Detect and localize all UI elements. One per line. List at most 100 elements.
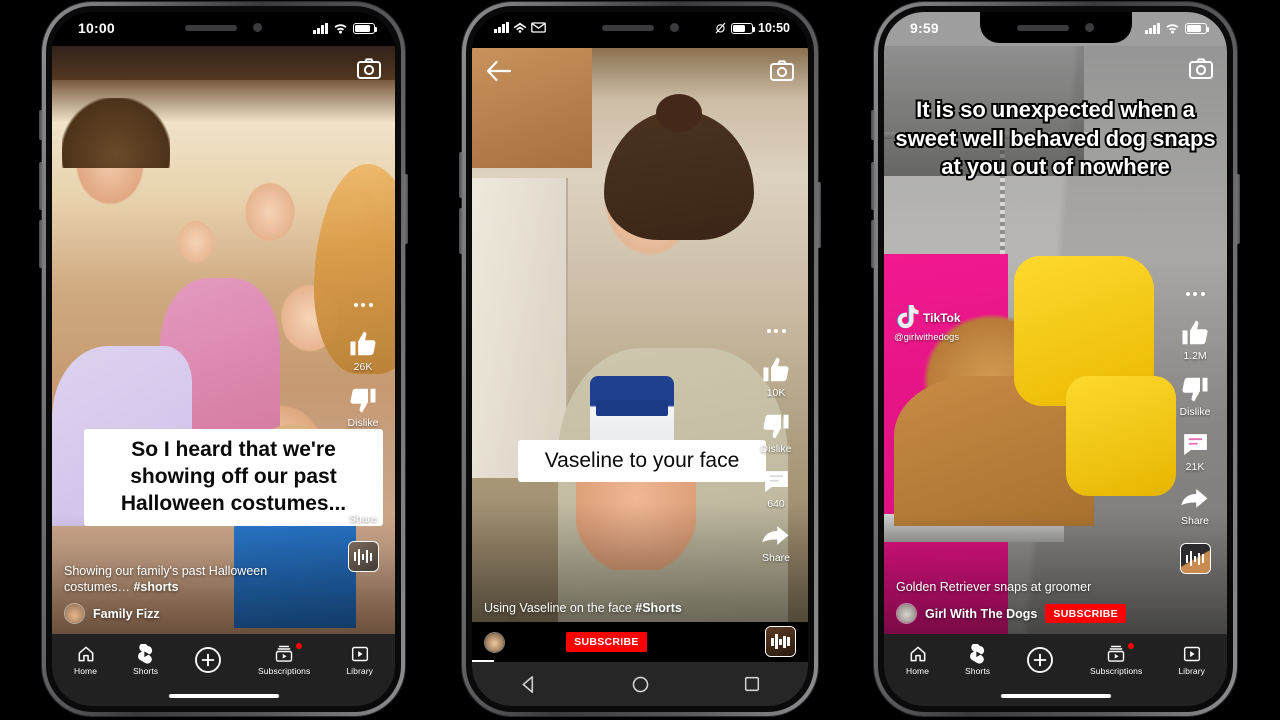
- phone-3-home-indicator[interactable]: [884, 686, 1227, 706]
- channel-avatar[interactable]: [896, 603, 917, 624]
- nav-item-library[interactable]: Library: [346, 644, 373, 676]
- phone-3-video-meta: Golden Retriever snaps at groomer Girl W…: [884, 579, 1227, 634]
- share-button[interactable]: Share: [761, 522, 791, 564]
- home-circle-icon[interactable]: [631, 675, 650, 694]
- channel-avatar[interactable]: [484, 631, 505, 653]
- nav-item-home[interactable]: Home: [906, 644, 929, 676]
- dislike-button[interactable]: Dislike: [348, 385, 378, 429]
- tiktok-note-icon: [897, 305, 920, 329]
- phone-3-mute-switch[interactable]: [871, 110, 875, 140]
- nav-label-library: Library: [1178, 666, 1205, 676]
- nav-item-shorts[interactable]: Shorts: [965, 644, 990, 676]
- more-options-icon[interactable]: [766, 329, 786, 333]
- phone-1-volume-up-button[interactable]: [39, 162, 43, 210]
- shorts-icon: [969, 644, 984, 664]
- battery-icon: [731, 22, 756, 34]
- video-progress-bar[interactable]: [472, 660, 494, 662]
- like-button[interactable]: 10K: [761, 355, 791, 399]
- channel-name[interactable]: Family Fizz: [93, 607, 160, 621]
- phone-1-power-button[interactable]: [404, 174, 408, 244]
- subscribe-button[interactable]: SUBSCRIBE: [1045, 603, 1126, 624]
- subscribe-button[interactable]: SUBSCRIBE: [566, 632, 647, 652]
- channel-row[interactable]: Family Fizz: [64, 603, 333, 624]
- phone-1-notch: [147, 12, 300, 43]
- wifi-icon: [334, 24, 347, 34]
- nav-item-shorts[interactable]: Shorts: [133, 644, 158, 676]
- phone-1-device: 10:00 So I heard that we're showing off …: [39, 2, 408, 716]
- phone-2-video-meta: Using Vaseline on the face #Shorts: [472, 600, 808, 622]
- more-options-icon[interactable]: [1185, 292, 1205, 296]
- back-triangle-icon[interactable]: [519, 675, 538, 694]
- thumbs-up-icon: [763, 357, 789, 382]
- mail-icon: [531, 21, 546, 33]
- back-arrow-icon[interactable]: [486, 60, 512, 87]
- comment-count: 21K: [1185, 461, 1205, 473]
- phone-1-home-indicator[interactable]: [52, 686, 395, 706]
- nav-item-library[interactable]: Library: [1178, 644, 1205, 676]
- nav-item-subscriptions[interactable]: Subscriptions: [1090, 643, 1142, 676]
- phone-3-video-area[interactable]: It is so unexpected when a sweet well be…: [884, 46, 1227, 634]
- channel-row[interactable]: Girl With The Dogs SUBSCRIBE: [896, 603, 1165, 624]
- more-options-icon[interactable]: [353, 303, 373, 307]
- nav-item-subscriptions[interactable]: Subscriptions: [258, 643, 311, 676]
- equalizer-icon: [349, 542, 378, 571]
- status-left-icons: [494, 21, 546, 33]
- phone-3-burned-caption: It is so unexpected when a sweet well be…: [893, 95, 1217, 181]
- phone-2-video-area[interactable]: Vaseline to your face 10K Dislike 640 Sh…: [472, 48, 808, 622]
- channel-avatar[interactable]: [64, 603, 85, 624]
- nav-item-home[interactable]: Home: [74, 644, 97, 676]
- video-description: Golden Retriever snaps at groomer: [896, 579, 1165, 595]
- phone-2-notch: [564, 12, 716, 43]
- phone-2-android-nav: [472, 662, 808, 706]
- phone-1-screen: 10:00 So I heard that we're showing off …: [52, 12, 395, 706]
- dislike-button[interactable]: Dislike: [760, 411, 792, 455]
- phone-2-volume-up-button[interactable]: [459, 152, 463, 198]
- recents-square-icon[interactable]: [743, 675, 761, 693]
- cellular-signal-icon: [1145, 22, 1160, 34]
- dislike-button[interactable]: Dislike: [1179, 374, 1211, 418]
- dislike-label: Dislike: [1179, 406, 1211, 418]
- thumbs-down-icon: [350, 388, 376, 413]
- share-button[interactable]: Share: [348, 483, 378, 525]
- camera-icon[interactable]: [1189, 58, 1213, 84]
- camera-icon[interactable]: [770, 60, 794, 86]
- phone-3-bottom-nav: Home Shorts Subscriptions Library: [884, 634, 1227, 686]
- channel-name[interactable]: Dr Dray: [513, 635, 558, 649]
- phone-2-power-button[interactable]: [817, 182, 821, 248]
- tiktok-watermark: TikTok @girlwithedogs: [894, 304, 961, 343]
- plus-circle-icon: [1027, 647, 1054, 673]
- like-count: 10K: [766, 387, 786, 399]
- sound-thumbnail[interactable]: [347, 541, 379, 572]
- phone-3-power-button[interactable]: [1236, 174, 1240, 244]
- phone-2-volume-down-button[interactable]: [459, 208, 463, 254]
- share-button[interactable]: Share: [1180, 485, 1210, 527]
- like-count: 26K: [353, 361, 373, 373]
- phone-1-volume-down-button[interactable]: [39, 220, 43, 268]
- phone-1-mute-switch[interactable]: [39, 110, 43, 140]
- sound-thumbnail[interactable]: [1179, 543, 1211, 574]
- status-time: 10:00: [78, 20, 115, 36]
- nav-item-create[interactable]: [194, 646, 222, 674]
- front-camera-dot: [669, 23, 679, 32]
- channel-row[interactable]: Dr Dray SUBSCRIBE: [484, 631, 647, 653]
- nav-label-subscriptions: Subscriptions: [258, 666, 311, 676]
- phone-3-volume-up-button[interactable]: [871, 162, 875, 210]
- home-icon: [910, 646, 925, 662]
- phone-1-video-area[interactable]: So I heard that we're showing off our pa…: [52, 46, 395, 634]
- phone-3-volume-down-button[interactable]: [871, 220, 875, 268]
- like-button[interactable]: 1.2M: [1180, 318, 1210, 362]
- sound-thumbnail[interactable]: [765, 626, 796, 657]
- nav-item-create[interactable]: [1026, 646, 1054, 674]
- comments-button[interactable]: 21K: [1181, 430, 1210, 473]
- camera-icon[interactable]: [357, 58, 381, 84]
- video-description: Showing our family's past Halloween cost…: [64, 563, 333, 596]
- comments-button[interactable]: 640: [762, 467, 791, 510]
- video-description-text: Golden Retriever snaps at groomer: [896, 579, 1092, 594]
- like-button[interactable]: 26K: [348, 329, 378, 373]
- comment-icon: [764, 471, 788, 493]
- comments-button[interactable]: [349, 441, 377, 471]
- phone-2-channel-bar: Dr Dray SUBSCRIBE: [472, 622, 808, 662]
- channel-name[interactable]: Girl With The Dogs: [925, 607, 1037, 621]
- dislike-label: Dislike: [760, 443, 792, 455]
- share-label: Share: [761, 552, 791, 564]
